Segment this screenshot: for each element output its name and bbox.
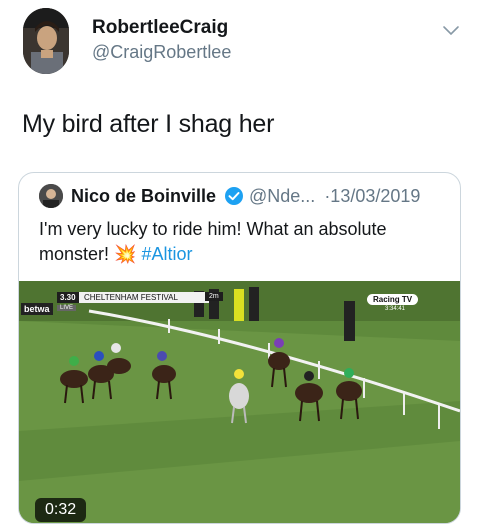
quoted-date[interactable]: ·13/03/2019	[324, 186, 420, 206]
race-distance-label: 2m	[205, 292, 223, 301]
broadcast-clock: 3:34:41	[385, 306, 406, 312]
live-label: LIVE	[57, 305, 77, 311]
tweet-text: My bird after I shag her	[22, 110, 275, 138]
user-handle[interactable]: @CraigRobertlee	[92, 42, 231, 63]
quoted-tweet-card[interactable]: Nico de Boinville @Nde... ·13/03/2019 I'…	[18, 172, 461, 524]
hashtag-link[interactable]: #Altior	[141, 244, 192, 264]
quoted-text-body: I'm very lucky to ride him! What an abso…	[39, 219, 387, 264]
video-duration-badge: 0:32	[35, 498, 87, 522]
quoted-text: I'm very lucky to ride him! What an abso…	[39, 217, 449, 267]
race-video-frame	[19, 281, 460, 523]
channel-logo: Racing TV	[367, 294, 419, 305]
verified-badge-icon	[225, 187, 243, 205]
quoted-display-name[interactable]: Nico de Boinville	[71, 186, 216, 207]
avatar[interactable]	[23, 8, 69, 74]
quoted-avatar[interactable]	[39, 184, 63, 208]
race-time-label: 3.30	[57, 292, 79, 303]
quoted-handle-date: @Nde... ·13/03/2019	[249, 186, 420, 207]
quoted-handle[interactable]: @Nde...	[249, 186, 315, 206]
video-player[interactable]: 3.30 CHELTENHAM FESTIVAL 2m betwa LIVE R…	[19, 281, 460, 523]
chevron-down-icon[interactable]	[441, 20, 461, 40]
display-name[interactable]: RobertleeCraig	[92, 17, 228, 39]
explosion-emoji-icon: 💥	[114, 244, 137, 264]
sponsor-logo: betwa	[21, 303, 53, 315]
race-event-label: CHELTENHAM FESTIVAL	[79, 292, 209, 303]
